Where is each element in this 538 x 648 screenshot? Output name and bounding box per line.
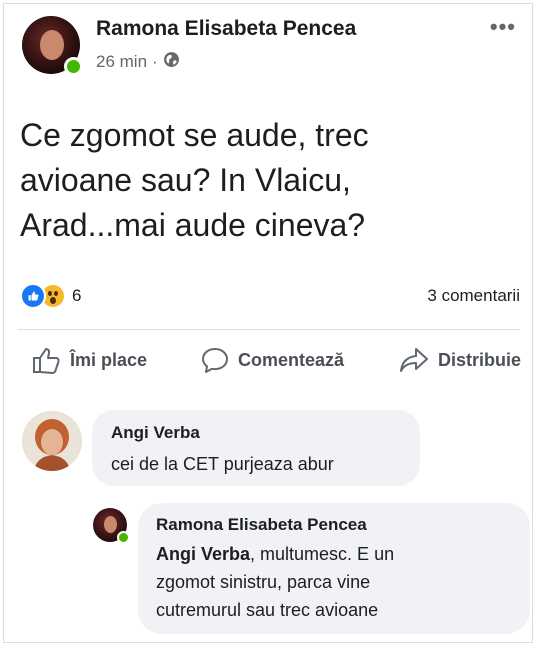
reaction-count: 6 (72, 286, 82, 305)
reply-author[interactable]: Ramona Elisabeta Pencea (156, 515, 367, 535)
reply-text: Angi Verba, multumesc. E un zgomot sinis… (156, 540, 394, 624)
reactions-summary[interactable]: 6 (20, 283, 81, 309)
online-status-icon (117, 531, 130, 544)
actions-divider (18, 329, 520, 330)
post-text-line: avioane sau? In Vlaicu, (20, 162, 351, 198)
post-body: Ce zgomot se aude, trec avioane sau? In … (20, 113, 490, 248)
share-icon (400, 348, 428, 372)
comment-bubble: Angi Verba cei de la CET purjeaza abur (92, 410, 420, 486)
commenter-avatar[interactable] (22, 411, 82, 471)
comment-button[interactable]: Comentează (200, 346, 344, 374)
online-status-icon (64, 57, 83, 76)
thumbs-up-icon (33, 348, 60, 374)
post-text-line: Arad...mai aude cineva? (20, 207, 366, 243)
share-button-label: Distribuie (438, 349, 522, 370)
reply-bubble: Ramona Elisabeta Pencea Angi Verba, mult… (138, 503, 530, 634)
like-reaction-icon (20, 283, 46, 309)
avatar-face (40, 30, 64, 60)
comment-text: cei de la CET purjeaza abur (111, 454, 334, 474)
comment-author[interactable]: Angi Verba (111, 423, 200, 443)
globe-icon[interactable] (163, 51, 180, 73)
post-author-name[interactable]: Ramona Elisabeta Pencea (96, 17, 356, 41)
reply-text-line: zgomot sinistru, parca vine (156, 572, 371, 592)
reply-mention[interactable]: Angi Verba (156, 544, 250, 564)
more-options-icon[interactable]: ••• (490, 14, 516, 40)
comment-button-label: Comentează (238, 349, 345, 370)
like-button[interactable]: Îmi place (32, 346, 147, 374)
post-text-line: Ce zgomot se aude, trec (20, 117, 369, 153)
like-button-label: Îmi place (70, 349, 148, 370)
post-timestamp[interactable]: 26 min (96, 52, 147, 72)
reply-text-line: cutremurul sau trec avioane (156, 600, 379, 620)
comments-count-link[interactable]: 3 comentarii (427, 286, 520, 306)
comment-icon (202, 348, 228, 373)
reply-text-line: , multumesc. E un (250, 544, 395, 564)
post-meta: 26 min · (96, 51, 180, 73)
share-button[interactable]: Distribuie (398, 346, 521, 374)
meta-separator: · (152, 52, 158, 71)
